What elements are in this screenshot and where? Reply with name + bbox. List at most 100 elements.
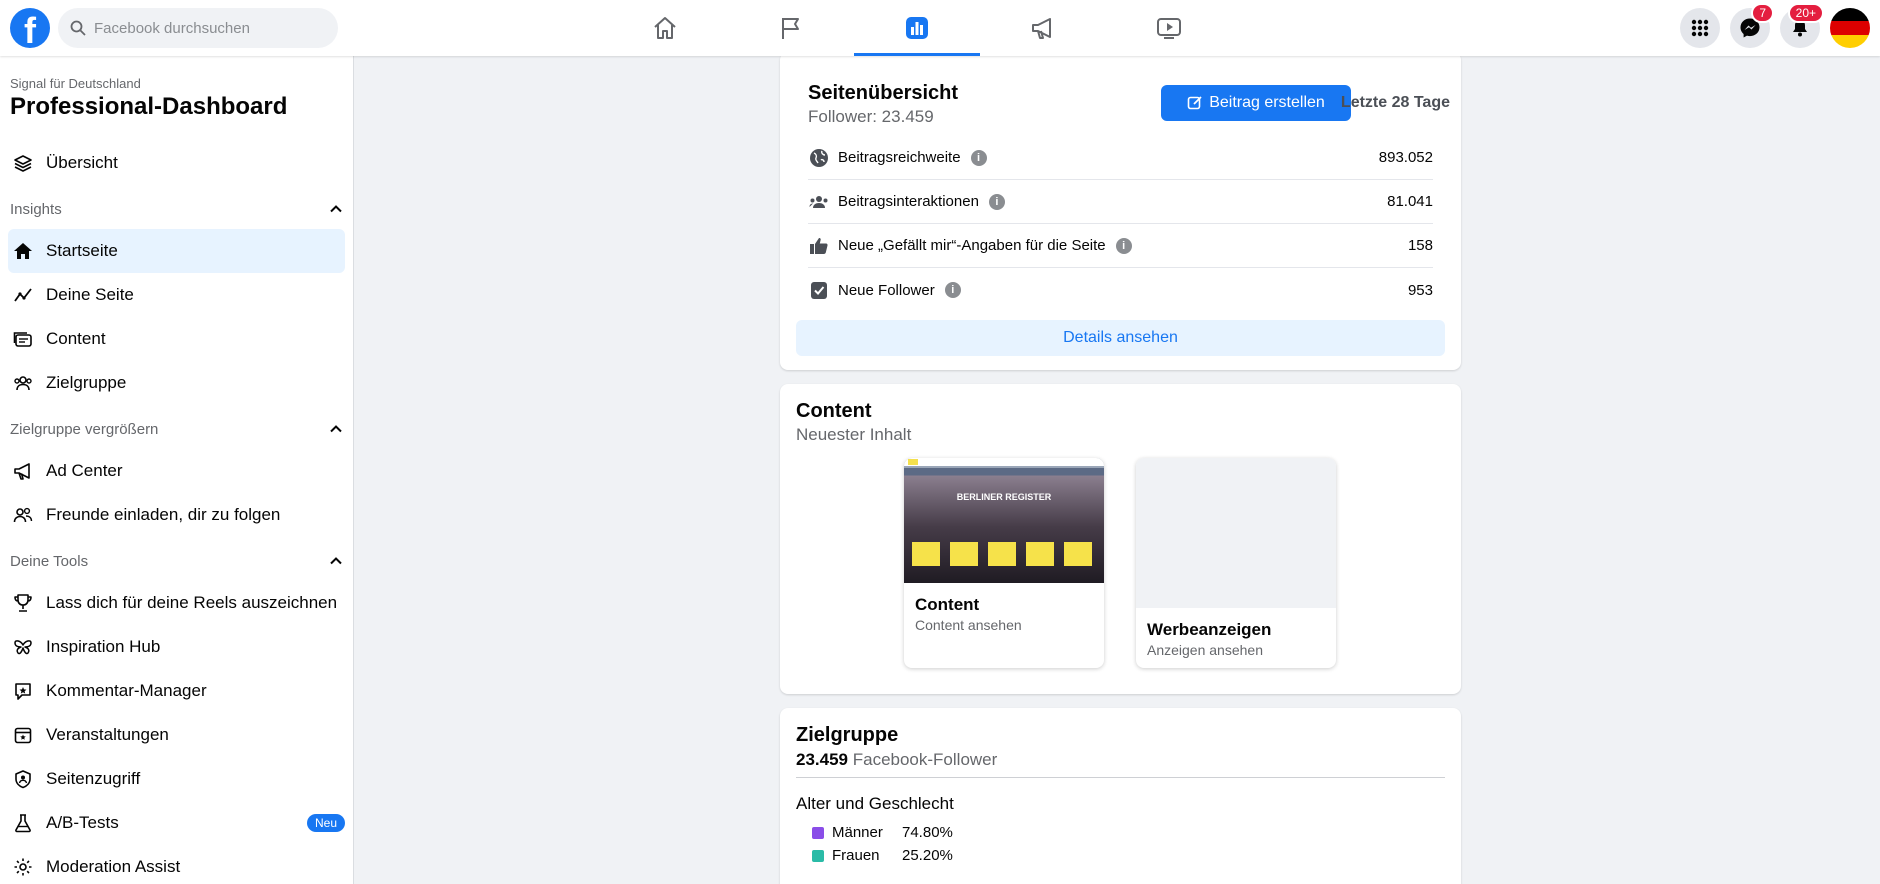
sidebar-item-label: Kommentar-Manager (46, 681, 207, 700)
shield-user-icon (12, 768, 34, 790)
content-tile[interactable]: BERLINER REGISTER Content Content ansehe… (904, 458, 1104, 668)
create-post-label: Beitrag erstellen (1209, 94, 1325, 111)
sidebar-item-label: Ad Center (46, 461, 123, 480)
chevron-up-icon (330, 425, 342, 433)
content-title: Content (796, 400, 872, 422)
megaphone-icon (12, 460, 34, 482)
flag-icon (782, 18, 799, 39)
audience-card: Zielgruppe 23.459 Facebook-Follower Alte… (780, 708, 1461, 884)
legend-value: 25.20% (902, 847, 953, 864)
sidebar-item-content[interactable]: Content (8, 317, 345, 361)
metric-row-interactions: Beitragsinteraktionen i 81.041 (808, 180, 1433, 224)
sidebar-item-label: A/B-Tests (46, 813, 119, 832)
nav-dashboard-tab[interactable] (854, 0, 980, 56)
sidebar-item-overview[interactable]: Übersicht (8, 141, 345, 185)
sidebar-item-label: Seitenzugriff (46, 769, 141, 788)
audience-title: Zielgruppe (796, 724, 899, 746)
metric-value: 953 (1407, 281, 1433, 299)
sidebar-item-ab-tests[interactable]: A/B-Tests Neu (8, 801, 345, 845)
legend-item-men: Männer 74.80% (812, 824, 953, 841)
settings-gear-icon (12, 856, 34, 878)
account-controls: 7 20+ (1680, 3, 1870, 48)
legend-label: Frauen (832, 847, 880, 864)
notifications-button[interactable]: 20+ (1780, 3, 1824, 48)
audience-count: 23.459 (796, 750, 848, 769)
section-label: Deine Tools (10, 552, 89, 570)
tile-title: Werbeanzeigen (1147, 620, 1272, 639)
info-icon[interactable]: i (1115, 237, 1132, 254)
menu-button[interactable] (1680, 8, 1720, 48)
sidebar-item-moderation-assist[interactable]: Moderation Assist (8, 845, 345, 884)
search-box[interactable] (58, 8, 338, 48)
main-navigation (602, 0, 1232, 56)
sidebar-item-ad-center[interactable]: Ad Center (8, 449, 345, 493)
age-gender-heading: Alter und Geschlecht (796, 794, 954, 813)
trend-line-icon (12, 284, 34, 306)
messenger-button[interactable]: 7 (1730, 3, 1774, 48)
metric-row-likes: Neue „Gefällt mir“-Angaben für die Seite… (808, 224, 1433, 268)
home-filled-icon (12, 240, 34, 262)
profile-avatar[interactable] (1830, 8, 1870, 48)
info-icon[interactable]: i (988, 193, 1005, 210)
top-bar: f 7 (0, 0, 1880, 56)
video-play-icon (1157, 18, 1181, 39)
sidebar-item-label: Veranstaltungen (46, 725, 169, 744)
nav-video-tab[interactable] (1106, 0, 1232, 56)
section-insights[interactable]: Insights (8, 189, 345, 229)
grid-menu-icon (1691, 19, 1709, 37)
trophy-icon (12, 592, 34, 614)
info-icon[interactable]: i (970, 149, 987, 166)
sidebar-item-page-access[interactable]: Seitenzugriff (8, 757, 345, 801)
section-tools[interactable]: Deine Tools (8, 541, 345, 581)
thumbs-up-icon (808, 235, 830, 257)
create-post-button[interactable]: Beitrag erstellen (1161, 85, 1351, 121)
sidebar-item-events[interactable]: Veranstaltungen (8, 713, 345, 757)
metric-value: 893.052 (1378, 149, 1433, 166)
group-icon (12, 372, 34, 394)
section-grow-audience[interactable]: Zielgruppe vergrößern (8, 409, 345, 449)
nav-home-tab[interactable] (602, 0, 728, 56)
info-icon[interactable]: i (944, 282, 961, 298)
metric-row-new-followers: Neue Follower i 953 (808, 268, 1433, 312)
messenger-badge: 7 (1751, 3, 1774, 23)
sidebar-item-label: Moderation Assist (46, 857, 181, 876)
sidebar-item-inspiration-hub[interactable]: Inspiration Hub (8, 625, 345, 669)
sidebar-item-label: Deine Seite (46, 285, 134, 304)
people-icon (808, 191, 830, 213)
home-icon (654, 17, 676, 39)
sidebar-item-label: Lass dich für deine Reels auszeichnen (46, 593, 338, 612)
sidebar-item-label: Übersicht (46, 153, 118, 172)
sidebar-item-comment-manager[interactable]: Kommentar-Manager (8, 669, 345, 713)
flask-icon (12, 812, 34, 834)
calendar-icon (12, 724, 34, 746)
sidebar-item-startseite[interactable]: Startseite (8, 229, 345, 273)
overview-title: Seitenübersicht (808, 82, 959, 104)
sidebar-item-label: Startseite (46, 241, 118, 260)
megaphone-icon (1032, 18, 1051, 39)
sidebar: Signal für Deutschland Professional-Dash… (0, 56, 354, 884)
view-details-button[interactable]: Details ansehen (796, 320, 1445, 356)
date-range-selector[interactable]: Letzte 28 Tage (1330, 94, 1450, 112)
dashboard-title: Professional-Dashboard (10, 93, 288, 120)
section-label: Zielgruppe vergrößern (10, 420, 159, 438)
divider (796, 777, 1445, 778)
content-stack-icon (12, 328, 34, 350)
edit-icon (1187, 96, 1202, 110)
comment-star-icon (12, 680, 34, 702)
sidebar-item-zielgruppe[interactable]: Zielgruppe (8, 361, 345, 405)
metric-label: Beitragsinteraktionen (838, 193, 979, 210)
sidebar-item-label: Zielgruppe (46, 373, 127, 392)
search-input[interactable] (94, 19, 314, 37)
sidebar-item-invite-friends[interactable]: Freunde einladen, dir zu folgen (8, 493, 345, 537)
legend-value: 74.80% (902, 824, 953, 841)
nav-ads-tab[interactable] (980, 0, 1106, 56)
bar-chart-icon (906, 17, 928, 39)
sidebar-item-label: Freunde einladen, dir zu folgen (46, 505, 281, 524)
sidebar-item-reels-awards[interactable]: Lass dich für deine Reels auszeichnen (8, 581, 345, 625)
nav-pages-tab[interactable] (728, 0, 854, 56)
thumbnail-headline: BERLINER REGISTER (956, 492, 1052, 502)
butterfly-icon (12, 636, 34, 658)
facebook-logo-icon[interactable]: f (10, 8, 50, 51)
sidebar-item-deine-seite[interactable]: Deine Seite (8, 273, 345, 317)
ads-tile[interactable]: Werbeanzeigen Anzeigen ansehen (1136, 458, 1336, 668)
